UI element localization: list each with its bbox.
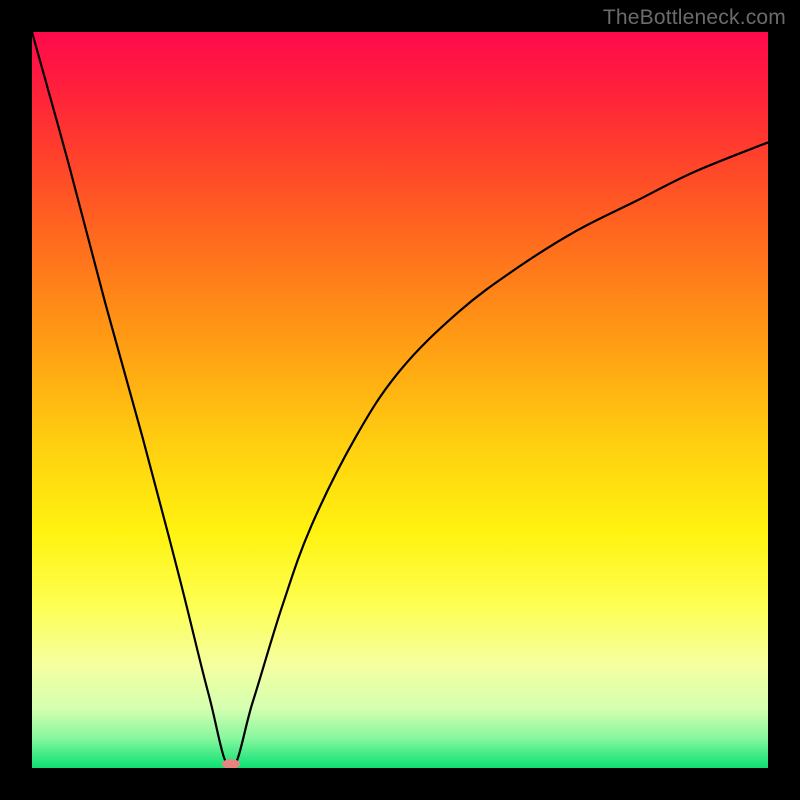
bottleneck-curve (32, 32, 768, 768)
bottleneck-curve-path (32, 32, 768, 768)
chart-frame: TheBottleneck.com (0, 0, 800, 800)
curve-minimum-marker (222, 759, 240, 768)
watermark-text: TheBottleneck.com (603, 6, 786, 30)
plot-area (32, 32, 768, 768)
